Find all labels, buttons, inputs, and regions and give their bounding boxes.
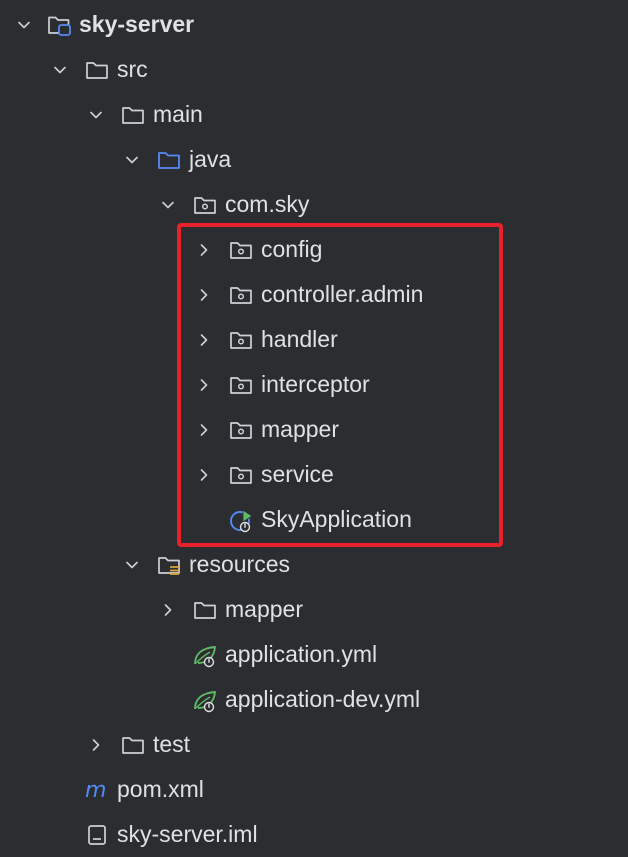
tree-item-resources-mapper[interactable]: mapper bbox=[0, 587, 628, 632]
package-icon bbox=[228, 327, 254, 353]
tree-item-label: config bbox=[261, 236, 323, 262]
resources-folder-icon bbox=[156, 552, 182, 578]
tree-item-main[interactable]: main bbox=[0, 92, 628, 137]
tree-item-mapper[interactable]: mapper bbox=[0, 407, 628, 452]
package-icon bbox=[228, 462, 254, 488]
folder-icon bbox=[120, 102, 146, 128]
tree-item-label: src bbox=[117, 56, 148, 82]
tree-item-handler[interactable]: handler bbox=[0, 317, 628, 362]
tree-item-label: sky-server.iml bbox=[117, 821, 258, 847]
spring-config-icon bbox=[192, 687, 218, 713]
chevron-right-icon[interactable] bbox=[194, 240, 214, 260]
tree-item-interceptor[interactable]: interceptor bbox=[0, 362, 628, 407]
tree-item-label: application.yml bbox=[225, 641, 378, 667]
tree-item-application-yml[interactable]: application.yml bbox=[0, 632, 628, 677]
tree-item-label: resources bbox=[189, 551, 290, 577]
tree-item-label: mapper bbox=[225, 596, 303, 622]
tree-item-label: test bbox=[153, 731, 191, 757]
chevron-right-icon[interactable] bbox=[194, 330, 214, 350]
tree-item-label: sky-server bbox=[79, 11, 195, 37]
project-tree: sky-server src main java com.sky config … bbox=[0, 0, 628, 855]
iml-file-icon bbox=[84, 822, 110, 848]
tree-item-label: handler bbox=[261, 326, 338, 352]
tree-item-com-sky[interactable]: com.sky bbox=[0, 182, 628, 227]
chevron-down-icon[interactable] bbox=[122, 150, 142, 170]
chevron-right-icon[interactable] bbox=[86, 735, 106, 755]
package-icon bbox=[228, 237, 254, 263]
tree-item-sky-server-iml[interactable]: sky-server.iml bbox=[0, 812, 628, 857]
tree-item-resources[interactable]: resources bbox=[0, 542, 628, 587]
tree-item-label: java bbox=[189, 146, 232, 172]
chevron-down-icon[interactable] bbox=[158, 195, 178, 215]
tree-item-controller-admin[interactable]: controller.admin bbox=[0, 272, 628, 317]
tree-item-label: com.sky bbox=[225, 191, 310, 217]
chevron-right-icon[interactable] bbox=[194, 285, 214, 305]
chevron-right-icon[interactable] bbox=[194, 420, 214, 440]
chevron-right-icon[interactable] bbox=[194, 465, 214, 485]
folder-icon bbox=[192, 597, 218, 623]
tree-item-sky-application[interactable]: SkyApplication bbox=[0, 497, 628, 542]
tree-item-application-dev-yml[interactable]: application-dev.yml bbox=[0, 677, 628, 722]
spring-boot-class-icon bbox=[228, 507, 254, 533]
chevron-right-icon[interactable] bbox=[194, 375, 214, 395]
tree-item-label: application-dev.yml bbox=[225, 686, 421, 712]
package-icon bbox=[228, 372, 254, 398]
module-folder-icon bbox=[46, 12, 72, 38]
tree-item-label: main bbox=[153, 101, 203, 127]
chevron-down-icon[interactable] bbox=[50, 60, 70, 80]
maven-icon: m bbox=[84, 777, 110, 803]
chevron-down-icon[interactable] bbox=[122, 555, 142, 575]
package-icon bbox=[192, 192, 218, 218]
package-icon bbox=[228, 417, 254, 443]
chevron-down-icon[interactable] bbox=[14, 15, 34, 35]
package-icon bbox=[228, 282, 254, 308]
chevron-down-icon[interactable] bbox=[86, 105, 106, 125]
tree-item-java[interactable]: java bbox=[0, 137, 628, 182]
folder-icon bbox=[84, 57, 110, 83]
tree-item-label: interceptor bbox=[261, 371, 370, 397]
tree-item-src[interactable]: src bbox=[0, 47, 628, 92]
tree-item-service[interactable]: service bbox=[0, 452, 628, 497]
tree-item-label: service bbox=[261, 461, 334, 487]
folder-icon bbox=[120, 732, 146, 758]
tree-item-test[interactable]: test bbox=[0, 722, 628, 767]
tree-item-label: SkyApplication bbox=[261, 506, 412, 532]
tree-item-sky-server[interactable]: sky-server bbox=[0, 2, 628, 47]
tree-item-label: pom.xml bbox=[117, 776, 204, 802]
tree-item-pom-xml[interactable]: m pom.xml bbox=[0, 767, 628, 812]
spring-config-icon bbox=[192, 642, 218, 668]
chevron-right-icon[interactable] bbox=[158, 600, 178, 620]
source-root-folder-icon bbox=[156, 147, 182, 173]
svg-text:m: m bbox=[85, 778, 106, 803]
tree-item-label: controller.admin bbox=[261, 281, 424, 307]
tree-item-config[interactable]: config bbox=[0, 227, 628, 272]
tree-item-label: mapper bbox=[261, 416, 339, 442]
